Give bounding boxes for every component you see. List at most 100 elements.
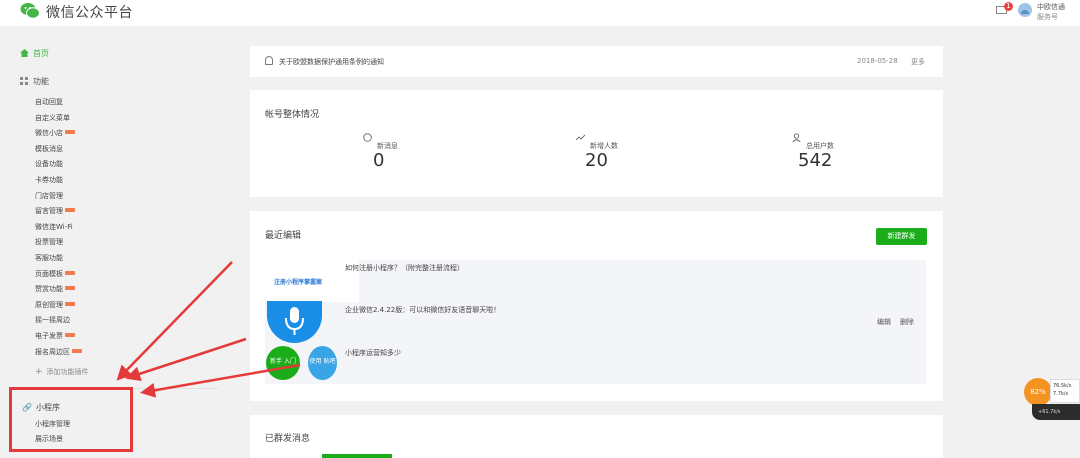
sidebar-item-label: 微信小店 (35, 129, 63, 138)
stat-label: 新消息 (377, 142, 398, 150)
sent-title: 已群发消息 (265, 434, 311, 444)
cover-image-green: 新手 入门 (266, 346, 300, 380)
microphone-icon (285, 307, 304, 335)
new-mass-message-button[interactable]: 新建群发 (876, 228, 927, 245)
sidebar-item[interactable]: 报名周边区 (35, 345, 82, 361)
new-tag-icon (65, 208, 75, 213)
sidebar-item[interactable]: 赞赏功能 (35, 282, 82, 298)
article-title[interactable]: 企业微信2.4.22版：可以和微信好友语音聊天啦！ (345, 305, 500, 315)
sidebar-item[interactable]: 自定义菜单 (35, 111, 82, 127)
article-title[interactable]: 如何注册小程序？（附完整注册流程） (345, 263, 464, 273)
sidebar-item[interactable]: 门店管理 (35, 189, 82, 205)
sidebar-item-label: 报名周边区 (35, 347, 70, 356)
message-icon (363, 133, 372, 142)
plus-icon: + (35, 367, 43, 377)
sidebar-item-label: 模板消息 (35, 144, 63, 153)
speed-widget-panel: 76.5k/s 7.7k/s (1050, 379, 1080, 403)
sidebar-item[interactable]: 卡券功能 (35, 173, 82, 189)
grid-icon (20, 77, 28, 85)
edit-link[interactable]: 编辑 (877, 317, 891, 327)
sidebar-item[interactable]: 设备功能 (35, 157, 82, 173)
sidebar-item-label: 赞赏功能 (35, 285, 63, 294)
sidebar-item[interactable]: 客服功能 (35, 251, 82, 267)
sidebar-item[interactable]: 自动回复 (35, 95, 82, 111)
notification-badge: 1 (1004, 2, 1013, 11)
new-tag-icon (65, 130, 75, 135)
delete-link[interactable]: 删除 (900, 317, 914, 327)
sent-button[interactable] (322, 454, 392, 458)
sidebar-item-label: 自定义菜单 (35, 113, 70, 122)
sidebar-item[interactable]: 电子发票 (35, 329, 82, 345)
stat-value: 542 (798, 150, 833, 171)
stat-value: 20 (585, 150, 608, 171)
sidebar-home-label: 首页 (33, 49, 49, 58)
bell-icon (265, 56, 273, 65)
sidebar-item-label: 微信连Wi-Fi (35, 222, 73, 231)
add-plugin-button[interactable]: + 添加功能插件 (35, 367, 89, 377)
upload-speed: 76.5k/s (1053, 383, 1072, 389)
sidebar-item-label: 自动回复 (35, 98, 63, 106)
sidebar-item-label: 摇一摇周边 (35, 316, 70, 325)
sidebar-item[interactable]: 投票管理 (35, 235, 82, 251)
annotation-highlight-box (9, 387, 133, 452)
cover-image-blue: 使用 贴吧 (308, 346, 337, 380)
home-icon (20, 49, 29, 57)
sidebar-item[interactable]: 原创管理 (35, 298, 82, 314)
cover-text: 注册小程序掌握案 (274, 279, 323, 286)
sidebar-item-label: 卡券功能 (35, 175, 63, 184)
user-icon (792, 133, 801, 142)
recent-edits-panel: 最近编辑 新建群发 注册小程序掌握案 新手 入门 使用 贴吧 如何注册小程序？（… (250, 211, 943, 401)
sent-messages-panel: 已群发消息 (250, 415, 943, 458)
account-name[interactable]: 中欧信通 (1037, 2, 1065, 12)
add-plugin-label: 添加功能插件 (46, 368, 89, 376)
notice-date: 2018-05-28 (857, 57, 898, 65)
download-speed: 7.7k/s (1053, 391, 1069, 397)
wechat-logo-icon (20, 3, 40, 19)
notice-link[interactable]: 关于欧盟数据保护通用条例的通知 (279, 57, 384, 67)
new-tag-icon (65, 301, 75, 306)
sidebar-item-label: 留言管理 (35, 207, 63, 216)
speed-widget-status: +61.7k/s (1032, 404, 1080, 420)
sidebar-item[interactable]: 微信小店 (35, 126, 82, 142)
sidebar-item[interactable]: 摇一摇周边 (35, 313, 82, 329)
functions-heading-label: 功能 (33, 77, 49, 86)
top-bar: 微信公众平台 1 中欧信通 服务号 (0, 0, 1080, 26)
stat-label: 总用户数 (806, 142, 834, 150)
recent-title: 最近编辑 (265, 231, 302, 241)
new-tag-icon (65, 270, 75, 275)
new-tag-icon (72, 348, 82, 353)
app-title[interactable]: 微信公众平台 (46, 2, 133, 22)
sidebar-item[interactable]: 页面模板 (35, 267, 82, 283)
stat-value: 0 (373, 150, 385, 171)
annotation-arrow (116, 261, 233, 381)
sidebar-item-label: 门店管理 (35, 191, 63, 200)
microphone-cover-image (267, 301, 322, 343)
new-tag-icon (65, 332, 75, 337)
stat-total-users[interactable]: 总用户数 542 (792, 133, 902, 171)
article-title[interactable]: 小程序运营知多少 (345, 348, 401, 358)
sidebar-item-home[interactable]: 首页 (20, 48, 49, 59)
notice-more-link[interactable]: 更多 (911, 57, 925, 67)
stat-new-followers[interactable]: 新增人数 20 (576, 133, 686, 171)
notice-panel: 关于欧盟数据保护通用条例的通知 2018-05-28 更多 (250, 46, 943, 77)
sidebar-item-label: 电子发票 (35, 331, 63, 340)
stat-new-messages[interactable]: 新消息 0 (363, 133, 473, 171)
sidebar-item[interactable]: 模板消息 (35, 142, 82, 158)
annotation-arrow (125, 337, 247, 382)
account-type: 服务号 (1037, 13, 1058, 21)
functions-heading: 功能 (20, 76, 49, 87)
stat-label: 新增人数 (590, 142, 618, 150)
sidebar-item-label: 投票管理 (35, 238, 63, 247)
speed-widget-ball[interactable]: 82% (1024, 378, 1052, 406)
avatar[interactable] (1018, 3, 1032, 17)
functions-menu: 自动回复自定义菜单微信小店模板消息设备功能卡券功能门店管理留言管理微信连Wi-F… (35, 95, 82, 360)
sidebar-item-label: 设备功能 (35, 160, 63, 169)
draft-card[interactable]: 注册小程序掌握案 新手 入门 使用 贴吧 如何注册小程序？（附完整注册流程） 企… (265, 260, 926, 384)
sidebar-item[interactable]: 微信连Wi-Fi (35, 220, 82, 236)
sidebar-item-label: 页面模板 (35, 269, 63, 278)
sidebar-item-label: 客服功能 (35, 253, 63, 262)
sidebar-item[interactable]: 留言管理 (35, 204, 82, 220)
overview-title: 帐号整体情况 (265, 110, 320, 120)
new-tag-icon (65, 286, 75, 291)
trend-icon (576, 134, 585, 141)
